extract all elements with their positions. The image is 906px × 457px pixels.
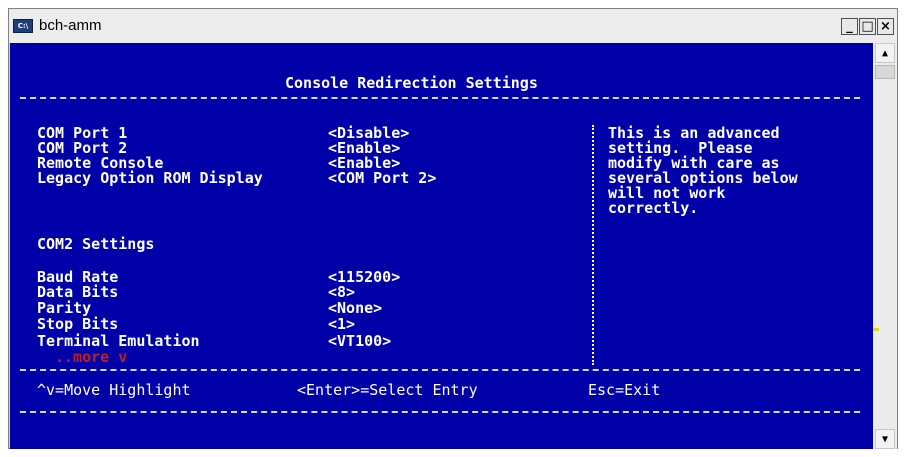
scroll-thumb[interactable] xyxy=(875,65,895,79)
setting-value-parity[interactable]: <None> xyxy=(328,300,382,316)
title-bar[interactable]: C:\ bch-amm _ □ × xyxy=(9,9,897,43)
setting-value-legacy-option-rom[interactable]: <COM Port 2> xyxy=(328,170,436,186)
more-indicator: ..more v xyxy=(55,348,128,366)
window-controls: _ □ × xyxy=(841,18,894,35)
page-title: Console Redirection Settings xyxy=(285,74,538,92)
setting-label-stop-bits[interactable]: Stop Bits xyxy=(37,316,118,332)
setting-label-parity[interactable]: Parity xyxy=(37,300,91,316)
setting-label-legacy-option-rom[interactable]: Legacy Option ROM Display xyxy=(37,170,263,186)
console-icon[interactable]: C:\ xyxy=(13,19,33,33)
setting-label-data-bits[interactable]: Data Bits xyxy=(37,284,118,300)
footer-divider-bottom xyxy=(20,411,860,413)
footer-divider-top xyxy=(20,369,860,371)
setting-value-stop-bits[interactable]: <1> xyxy=(328,316,355,332)
bios-console[interactable]: Console Redirection Settings COM Port 1 … xyxy=(10,43,873,449)
maximize-button[interactable]: □ xyxy=(859,18,876,35)
scroll-up-button[interactable]: ▲ xyxy=(875,43,895,63)
scroll-marker xyxy=(873,328,879,331)
footer-select-hint: <Enter>=Select Entry xyxy=(297,381,478,399)
vertical-scrollbar[interactable]: ▲ ▼ xyxy=(873,43,897,449)
help-line: correctly. xyxy=(608,199,699,217)
footer-move-hint: ^v=Move Highlight xyxy=(37,381,191,399)
footer-exit-hint: Esc=Exit xyxy=(588,381,661,399)
window-title: bch-amm xyxy=(39,17,102,34)
close-button[interactable]: × xyxy=(877,18,894,35)
header-divider xyxy=(20,97,860,99)
console-window: C:\ bch-amm _ □ × Console Redirection Se… xyxy=(8,8,898,449)
minimize-button[interactable]: _ xyxy=(841,18,858,35)
section-title-com2: COM2 Settings xyxy=(37,235,155,253)
scroll-down-button[interactable]: ▼ xyxy=(875,429,895,449)
setting-label-terminal-emulation[interactable]: Terminal Emulation xyxy=(37,333,200,349)
help-divider xyxy=(592,125,594,365)
setting-value-data-bits[interactable]: <8> xyxy=(328,284,355,300)
setting-value-terminal-emulation[interactable]: <VT100> xyxy=(328,333,391,349)
